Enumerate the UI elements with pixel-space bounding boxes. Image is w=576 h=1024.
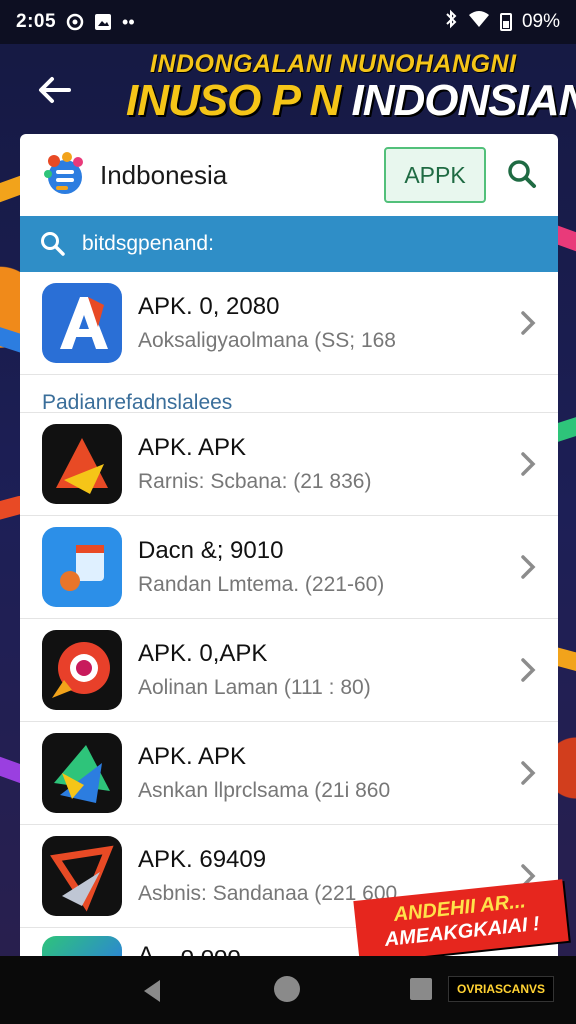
search-icon xyxy=(508,160,536,188)
banner-title-white: INDONSIAN xyxy=(351,76,576,125)
wifi-icon xyxy=(468,10,490,34)
notification-icon xyxy=(66,13,84,31)
list-item[interactable]: APK. APK Rarnis: Scbana: (21 836) xyxy=(20,413,558,516)
status-time: 2:05 xyxy=(16,11,57,32)
app-subtitle: Randan Lmtema. (221-60) xyxy=(138,573,385,596)
app-subtitle: Aolinan Laman (111 : 80) xyxy=(138,676,371,699)
back-button[interactable] xyxy=(34,70,74,110)
app-subtitle: Rarnis: Scbana: (21 836) xyxy=(138,470,372,493)
app-header: Indbonesia APPK xyxy=(20,134,558,216)
status-bar: 2:05 •• 09% xyxy=(0,0,576,44)
bluetooth-icon xyxy=(444,9,458,35)
app-icon xyxy=(42,836,122,916)
app-subtitle: Aoksaligyaolmana (SS; 168 xyxy=(138,329,396,352)
app-name: Dacn &; 9010 xyxy=(138,537,284,564)
arrow-left-icon xyxy=(39,77,71,103)
apk-button[interactable]: APPK xyxy=(384,147,486,203)
section-label: Padianrefadnslalees xyxy=(20,375,558,414)
more-dots-icon: •• xyxy=(122,11,135,32)
triangle-back-icon xyxy=(144,980,160,1002)
banner-title: INUSO P N INDONSIAN xyxy=(126,76,576,126)
nav-home-button[interactable] xyxy=(274,976,300,1002)
app-name: APK. APK xyxy=(138,434,247,461)
search-input[interactable]: bitdsgpenand: xyxy=(82,232,214,256)
chevron-right-icon xyxy=(521,658,536,682)
app-icon xyxy=(42,283,122,363)
app-icon xyxy=(42,630,122,710)
nav-recents-button[interactable] xyxy=(410,978,432,1000)
app-icon xyxy=(42,424,122,504)
battery-percent: 09% xyxy=(521,11,560,32)
app-logo xyxy=(40,150,90,200)
search-icon xyxy=(40,231,66,257)
app-name: APK. 0,APK xyxy=(138,640,268,667)
banner-subtitle: INDONGALANI NUNOHANGNI xyxy=(150,50,517,78)
chevron-right-icon xyxy=(521,311,536,335)
search-bar[interactable]: bitdsgpenand: xyxy=(20,216,558,272)
app-name: APK. APK xyxy=(138,743,247,770)
header: INDONGALANI NUNOHANGNI INUSO P N INDONSI… xyxy=(0,44,576,134)
chevron-right-icon xyxy=(521,555,536,579)
list-item[interactable]: APK. APK Asnkan llprclsama (21i 860 xyxy=(20,722,558,825)
list-item[interactable]: APK. 0, 2080 Aoksaligyaolmana (SS; 168 xyxy=(20,272,558,375)
app-card: Indbonesia APPK bitdsgpenand: APK. 0, 20… xyxy=(20,134,558,964)
chevron-right-icon xyxy=(521,452,536,476)
list-item[interactable]: Dacn &; 9010 Randan Lmtema. (221-60) xyxy=(20,516,558,619)
banner-title-yellow: INUSO P N xyxy=(126,76,341,125)
app-title: Indbonesia xyxy=(100,159,228,190)
battery-icon xyxy=(499,13,512,31)
list-item[interactable]: APK. 0,APK Aolinan Laman (111 : 80) xyxy=(20,619,558,722)
app-icon xyxy=(42,527,122,607)
watermark: OVRIASCANVS xyxy=(448,976,554,1002)
app-subtitle: Asnkan llprclsama (21i 860 xyxy=(138,779,391,802)
image-notification-icon xyxy=(94,13,112,31)
search-button[interactable] xyxy=(504,156,540,192)
chevron-right-icon xyxy=(521,761,536,785)
nav-back-button[interactable] xyxy=(140,978,164,1009)
app-name: APK. 0, 2080 xyxy=(138,293,280,320)
app-icon xyxy=(42,733,122,813)
app-name: APK. 69409 xyxy=(138,846,267,873)
navigation-bar: OVRIASCANVS xyxy=(0,956,576,1024)
